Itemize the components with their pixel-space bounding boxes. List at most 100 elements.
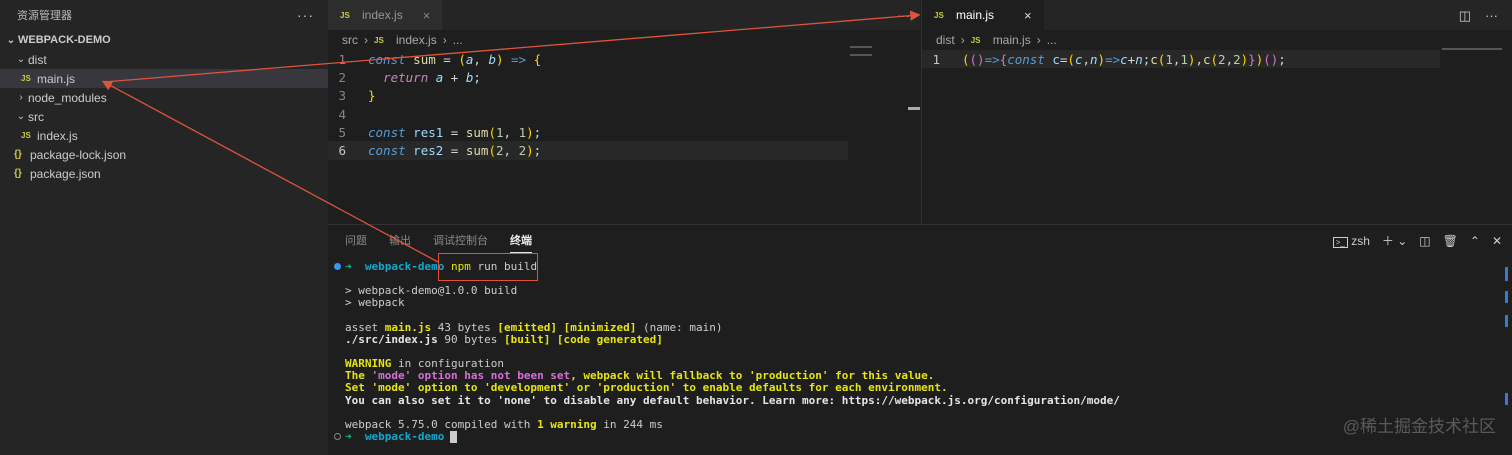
line-number: 3 — [338, 88, 346, 104]
scroll-marker — [1505, 393, 1508, 405]
t: webpack 5.75.0 compiled with — [345, 418, 538, 432]
terminal-line: WARNING in configuration — [334, 357, 1512, 371]
breadcrumb-item[interactable]: ... — [1047, 33, 1057, 47]
code-area[interactable]: 1 const sum = (a, b) => { 2 return a + b;… — [328, 50, 920, 160]
t: 1 warning — [537, 418, 597, 432]
explorer-sidebar: 资源管理器 ··· ⌄ WEBPACK-DEMO ⌄ dist JS main.… — [0, 0, 328, 455]
minimap[interactable] — [1442, 48, 1502, 50]
split-editor-icon[interactable]: ◫ — [1459, 8, 1471, 24]
tree-item-main-js[interactable]: JS main.js — [0, 69, 328, 88]
editor-group-right: JS main.js × ◫ ··· dist › JS main.js › .… — [921, 0, 1512, 224]
breadcrumb-item[interactable]: main.js — [993, 33, 1031, 47]
close-panel-icon[interactable]: ✕ — [1492, 234, 1502, 248]
scroll-marker — [1505, 267, 1508, 281]
watermark: @稀土掘金技术社区 — [1342, 417, 1496, 436]
terminal-line: > webpack-demo@1.0.0 build — [345, 283, 518, 297]
t: 'mode' option has not been set — [371, 369, 571, 383]
more-actions-icon[interactable]: ··· — [297, 7, 314, 23]
more-actions-icon[interactable]: ··· — [897, 8, 910, 23]
tree-item-package-json[interactable]: {} package.json — [0, 164, 328, 183]
scrollbar-thumb[interactable] — [908, 107, 920, 110]
breadcrumb-item[interactable]: index.js — [396, 33, 437, 47]
t: in configuration — [391, 357, 504, 371]
t: [emitted] [minimized] — [497, 320, 637, 334]
breadcrumb-item[interactable]: ... — [453, 33, 463, 47]
terminal-line: You can also set it to 'none' to disable… — [345, 393, 1120, 407]
split-terminal-icon[interactable]: ◫ — [1419, 234, 1430, 248]
terminal-line: webpack 5.75.0 compiled with 1 warning i… — [334, 418, 1512, 432]
tree-item-src[interactable]: ⌄ src — [0, 107, 328, 126]
command-text: run build — [470, 259, 538, 273]
tree-item-dist[interactable]: ⌄ dist — [0, 50, 328, 69]
t: 43 bytes — [431, 320, 498, 334]
js-file-icon: JS — [21, 74, 31, 83]
panel-actions: >_ zsh ＋ ⌄ ◫ 🗑 ⌃ ✕ — [1332, 232, 1502, 249]
project-name: WEBPACK-DEMO — [18, 34, 111, 46]
t: The — [345, 369, 372, 383]
scroll-marker — [1505, 291, 1508, 303]
t: , webpack will fallback to 'production' … — [570, 369, 935, 383]
tree-item-label: index.js — [37, 128, 78, 143]
js-file-icon: JS — [970, 35, 981, 45]
terminal-shell-selector[interactable]: >_ zsh — [1332, 234, 1370, 248]
more-actions-icon[interactable]: ··· — [1485, 8, 1498, 24]
terminal-line: The 'mode' option has not been set, webp… — [334, 369, 1512, 383]
code-line-current: 6 const res2 = sum(2, 2); — [328, 141, 848, 160]
tab-main-js[interactable]: JS main.js × — [922, 0, 1044, 30]
tree-item-label: package-lock.json — [30, 147, 127, 162]
chevron-right-icon: › — [1036, 33, 1041, 47]
terminal-output[interactable]: ➜ webpack-demo npm run build > webpack-d… — [328, 255, 1512, 443]
line-number: 1 — [338, 51, 346, 67]
chevron-down-icon: ⌄ — [16, 54, 26, 65]
breadcrumb-item[interactable]: dist — [936, 33, 955, 47]
tab-output[interactable]: 输出 — [389, 232, 411, 248]
command-decoration-icon — [334, 433, 341, 441]
vscode-window: 资源管理器 ··· ⌄ WEBPACK-DEMO ⌄ dist JS main.… — [0, 0, 1512, 455]
js-file-icon: JS — [340, 10, 350, 20]
bottom-panel: 问题 输出 调试控制台 终端 >_ zsh ＋ ⌄ ◫ 🗑 ⌃ ✕ ➜ webp… — [328, 224, 1512, 455]
js-file-icon: JS — [21, 131, 31, 140]
tab-debug-console[interactable]: 调试控制台 — [433, 232, 488, 248]
line-number: 2 — [338, 69, 346, 85]
scroll-marker — [1505, 315, 1508, 327]
tab-label: index.js — [362, 8, 403, 22]
editor-tabbar: JS index.js × ··· — [328, 0, 920, 30]
code-area[interactable]: 1(() =>{const c =(c, n) => c + n; c(1, 1), c(2, 2)}… — [922, 50, 1512, 69]
project-root[interactable]: ⌄ WEBPACK-DEMO — [0, 30, 328, 50]
t: asset — [345, 320, 385, 334]
command-text: npm — [450, 259, 471, 273]
add-terminal-icon[interactable]: ＋ ⌄ — [1382, 232, 1407, 249]
breadcrumb-item[interactable]: src — [342, 33, 358, 47]
close-icon[interactable]: × — [1024, 8, 1032, 23]
tree-item-index-js[interactable]: JS index.js — [0, 126, 328, 145]
line-number: 6 — [338, 143, 346, 159]
terminal-icon: >_ — [1332, 236, 1348, 248]
code-line: 1 const sum = (a, b) => { — [328, 50, 920, 68]
editor-tabbar: JS main.js × ◫ ··· — [922, 0, 1512, 30]
t: WARNING — [345, 357, 392, 371]
tree-item-package-lock[interactable]: {} package-lock.json — [0, 145, 328, 164]
close-icon[interactable]: × — [423, 8, 431, 23]
explorer-header: 资源管理器 ··· — [0, 0, 328, 30]
minimap[interactable] — [850, 46, 910, 56]
tree-item-label: main.js — [37, 71, 76, 86]
tree-item-label: package.json — [30, 166, 101, 181]
tree-item-node-modules[interactable]: › node_modules — [0, 88, 328, 107]
tab-index-js[interactable]: JS index.js × — [328, 0, 443, 30]
line-number: 1 — [932, 51, 940, 67]
command-decoration-icon — [334, 262, 341, 270]
chevron-right-icon: › — [442, 33, 447, 47]
maximize-panel-icon[interactable]: ⌃ — [1470, 234, 1480, 248]
t: in 244 ms — [596, 418, 663, 432]
tab-problems[interactable]: 问题 — [345, 232, 367, 248]
t: main.js — [384, 320, 432, 334]
prompt-dir: webpack-demo — [364, 430, 445, 444]
js-file-icon: JS — [934, 10, 944, 20]
tab-terminal[interactable]: 终端 — [510, 232, 532, 253]
tab-label: main.js — [956, 8, 995, 22]
trash-icon[interactable]: 🗑 — [1443, 234, 1458, 248]
code-line-current: 1(() =>{const c =(c, n) => c + n; c(1, 1), c(2, 2)}… — [922, 50, 1440, 69]
editor-group-left: JS index.js × ··· src › JS index.js › ..… — [328, 0, 920, 224]
t: 90 bytes — [437, 332, 504, 346]
terminal-cursor — [450, 430, 458, 443]
